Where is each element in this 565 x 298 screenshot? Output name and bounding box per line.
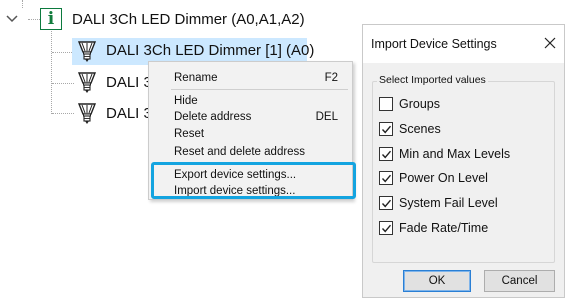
option-system-fail-level[interactable]: System Fail Level [379, 195, 498, 211]
dialog-title: Import Device Settings [371, 37, 497, 51]
tree-connector [52, 83, 74, 84]
group-label: Select Imported values [377, 74, 488, 86]
option-label: Groups [399, 97, 440, 111]
checkbox[interactable] [379, 221, 393, 235]
info-icon: i [40, 8, 62, 30]
menu-item-delete-address[interactable]: Delete address [174, 110, 251, 124]
tree-item-label[interactable]: DALI 3Ch LED Dimmer [1] (A0) [106, 41, 314, 61]
tree-item-label[interactable]: DALI 3 [106, 73, 152, 93]
ok-button[interactable]: OK [403, 270, 471, 292]
option-label: Fade Rate/Time [399, 221, 489, 235]
option-fade-rate-time[interactable]: Fade Rate/Time [379, 220, 488, 236]
lamp-icon [77, 103, 97, 124]
close-icon[interactable] [542, 35, 558, 51]
menu-item-reset-and-delete[interactable]: Reset and delete address [174, 145, 305, 159]
checkbox[interactable] [379, 196, 393, 210]
checkbox[interactable] [379, 97, 393, 111]
tree-connector [28, 19, 40, 20]
checkbox[interactable] [379, 147, 393, 161]
option-label: Power On Level [399, 171, 488, 185]
highlight-annotation [151, 162, 356, 199]
menu-separator [171, 89, 348, 90]
option-scenes[interactable]: Scenes [379, 121, 441, 137]
checkmark-icon [381, 125, 392, 134]
checkbox[interactable] [379, 122, 393, 136]
checkmark-icon [381, 174, 392, 183]
option-min-max-levels[interactable]: Min and Max Levels [379, 146, 510, 162]
menu-item-reset[interactable]: Reset [174, 127, 204, 141]
checkmark-icon [381, 150, 392, 159]
tree-connector [52, 52, 74, 53]
checkmark-icon [381, 199, 392, 208]
menu-item-hide[interactable]: Hide [174, 94, 198, 108]
lamp-icon [77, 41, 97, 62]
chevron-down-icon[interactable] [4, 10, 20, 26]
tree-connector [51, 31, 52, 114]
menu-shortcut: DEL [315, 111, 338, 123]
option-label: Scenes [399, 122, 441, 136]
option-label: System Fail Level [399, 196, 498, 210]
dialog-title-bar[interactable]: Import Device Settings [363, 25, 564, 63]
menu-shortcut: F2 [324, 72, 338, 84]
option-label: Min and Max Levels [399, 147, 511, 161]
tree-item-label[interactable]: DALI 3 [106, 104, 152, 124]
tree-connector [52, 113, 74, 114]
checkmark-icon [381, 224, 392, 233]
import-settings-dialog: Import Device Settings Select Imported v… [362, 24, 565, 298]
tree-root-label[interactable]: DALI 3Ch LED Dimmer (A0,A1,A2) [72, 10, 305, 30]
checkbox[interactable] [379, 171, 393, 185]
option-groups[interactable]: Groups [379, 96, 440, 112]
tree-connector [22, 0, 23, 8]
option-power-on-level[interactable]: Power On Level [379, 170, 488, 186]
lamp-icon [77, 72, 97, 93]
cancel-button[interactable]: Cancel [484, 270, 555, 292]
menu-item-rename[interactable]: Rename [174, 71, 217, 85]
